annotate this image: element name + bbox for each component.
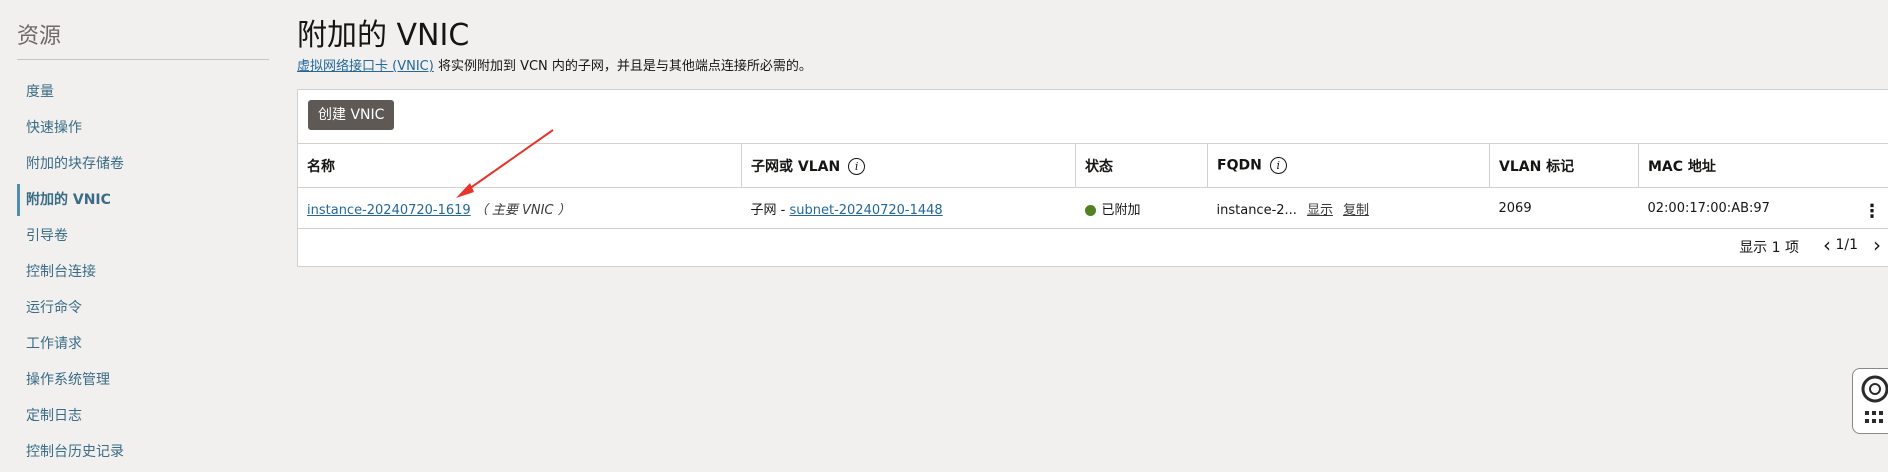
sidebar-item-console-history[interactable]: 控制台历史记录	[17, 436, 266, 468]
primary-vnic-note: （ 主要 VNIC ）	[474, 202, 571, 218]
subnet-prefix: 子网 -	[750, 202, 790, 218]
previous-page-icon[interactable]: ‹	[1823, 233, 1831, 257]
create-vnic-button[interactable]: 创建 VNIC	[308, 100, 395, 130]
info-icon[interactable]: i	[1269, 157, 1287, 174]
page-title: 附加的 VNIC	[297, 18, 470, 53]
cell-name: instance-20240720-1619 （ 主要 VNIC ）	[298, 187, 742, 229]
sidebar-item-boot-volume[interactable]: 引导卷	[17, 220, 266, 252]
sidebar-item-quick-actions[interactable]: 快速操作	[17, 112, 266, 144]
row-actions-menu-icon[interactable]: ⋮	[1863, 201, 1881, 222]
help-widget[interactable]	[1852, 368, 1888, 434]
sidebar-item-console-connection[interactable]: 控制台连接	[17, 256, 266, 288]
sidebar-item-custom-logs[interactable]: 定制日志	[17, 400, 266, 432]
sidebar-title: 资源	[17, 24, 62, 49]
cell-subnet: 子网 - subnet-20240720-1448	[741, 187, 1076, 229]
cell-vlan-tag: 2069	[1489, 187, 1639, 229]
table-header-row: 名称 子网或 VLAN i 状态 FQDN i VLAN 标记 MAC 地址	[298, 144, 1888, 188]
instance-link[interactable]: instance-20240720-1619	[307, 203, 471, 218]
info-icon[interactable]: i	[848, 158, 866, 175]
mac-value: 02:00:17:00:AB:97	[1647, 200, 1770, 216]
column-header-subnet[interactable]: 子网或 VLAN i	[741, 144, 1076, 188]
fqdn-value: instance-2...	[1216, 202, 1297, 218]
column-header-status[interactable]: 状态	[1075, 144, 1208, 188]
vnic-panel: 创建 VNIC 名称 子网或 VLAN i 状态 FQDN i VLAN 标记 MA…	[297, 89, 1888, 267]
sidebar-item-attached-vnics[interactable]: 附加的 VNIC	[17, 184, 266, 216]
sidebar-item-work-requests[interactable]: 工作请求	[17, 328, 266, 360]
sidebar-item-run-command[interactable]: 运行命令	[17, 292, 266, 324]
page-description: 虚拟网络接口卡 (VNIC) 将实例附加到 VCN 内的子网，并且是与其他端点连…	[297, 55, 812, 74]
column-header-vlan-tag[interactable]: VLAN 标记	[1489, 144, 1639, 188]
sidebar-item-attached-block-volumes[interactable]: 附加的块存储卷	[17, 148, 266, 180]
table-row: instance-20240720-1619 （ 主要 VNIC ） 子网 - s…	[298, 187, 1888, 229]
next-page-icon[interactable]: ›	[1873, 233, 1881, 257]
table-footer: 显示 1 项 ‹ 1/1 ›	[298, 227, 1888, 265]
sidebar-item-metrics[interactable]: 度量	[17, 76, 266, 108]
toolbar: 创建 VNIC	[298, 90, 1888, 144]
cell-fqdn: instance-2... 显示 复制	[1207, 187, 1490, 229]
sidebar-divider	[17, 59, 269, 60]
help-lifebuoy-icon	[1861, 375, 1888, 423]
sidebar: 资源 度量 快速操作 附加的块存储卷 附加的 VNIC 引导卷 控制台连接 运行…	[0, 0, 280, 472]
vnic-doc-link[interactable]: 虚拟网络接口卡 (VNIC)	[297, 59, 434, 74]
page-indicator: 1/1	[1835, 237, 1858, 253]
fqdn-copy-link[interactable]: 复制	[1343, 203, 1369, 218]
page-description-text: 将实例附加到 VCN 内的子网，并且是与其他端点连接所必需的。	[433, 59, 812, 74]
item-count: 显示 1 项	[1739, 240, 1799, 256]
status-dot-icon	[1084, 204, 1096, 216]
cell-mac: 02:00:17:00:AB:97 ⋮	[1638, 187, 1888, 229]
status-text: 已附加	[1101, 202, 1141, 218]
sidebar-item-os-management[interactable]: 操作系统管理	[17, 364, 266, 396]
column-header-name[interactable]: 名称	[298, 144, 742, 188]
vnic-table: 名称 子网或 VLAN i 状态 FQDN i VLAN 标记 MAC 地址 ins…	[298, 144, 1888, 229]
column-header-fqdn[interactable]: FQDN i	[1207, 144, 1490, 188]
subnet-link[interactable]: subnet-20240720-1448	[789, 203, 942, 218]
column-header-mac[interactable]: MAC 地址	[1638, 144, 1888, 188]
fqdn-show-link[interactable]: 显示	[1307, 203, 1333, 218]
cell-status: 已附加	[1075, 187, 1208, 229]
